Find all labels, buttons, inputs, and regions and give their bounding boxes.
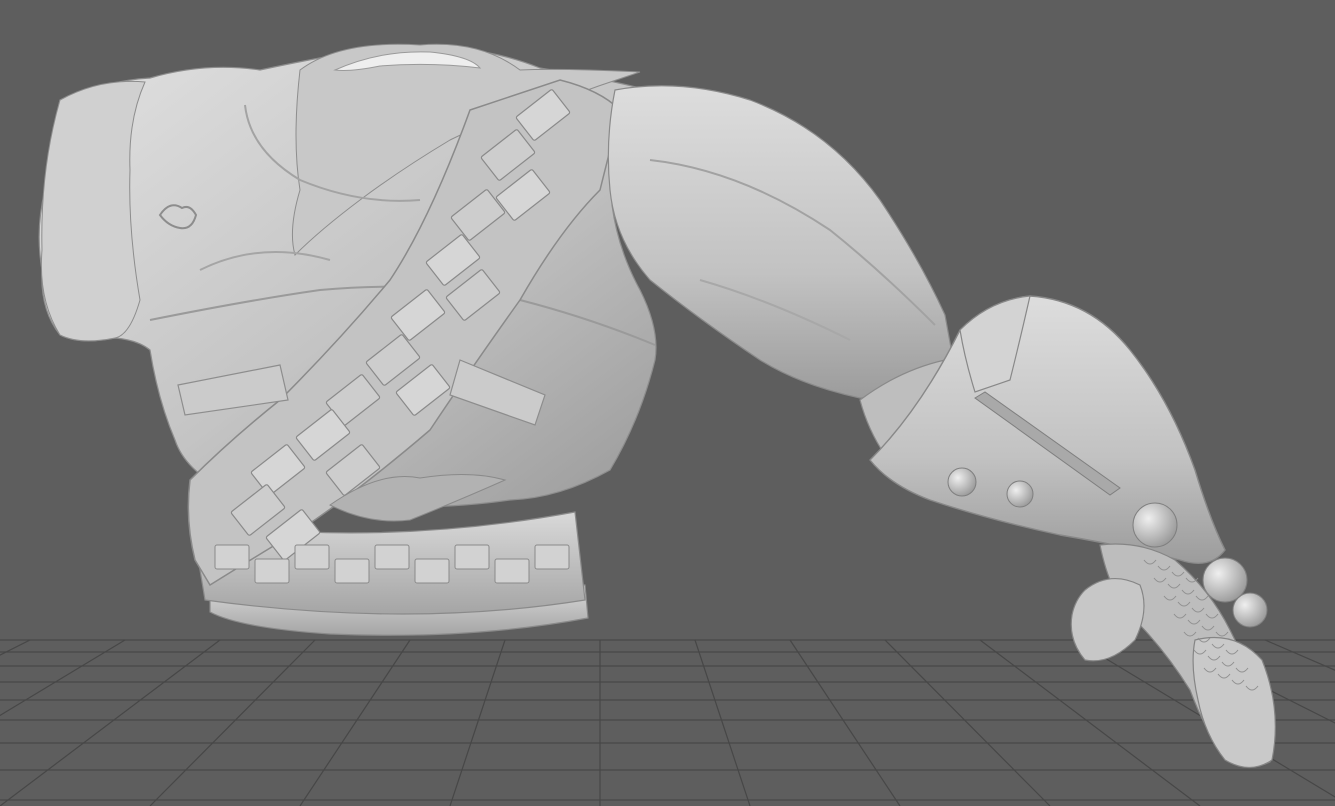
left-shoulder: [40, 80, 146, 342]
gauntlet-knob-3: [1232, 592, 1268, 628]
grid-line: [884, 639, 1051, 806]
gauntlet-rivet-1: [947, 467, 977, 497]
belt-block: [334, 558, 370, 584]
belt-block: [374, 544, 410, 570]
grid-line: [149, 639, 316, 806]
belt-block: [254, 558, 290, 584]
viewport-scene[interactable]: [0, 0, 1335, 806]
belt-block: [294, 544, 330, 570]
belt-block: [454, 544, 490, 570]
gauntlet-rivet-2: [1006, 480, 1034, 508]
belt-block: [534, 544, 570, 570]
floor-grid: [0, 639, 1335, 806]
upper-arm: [607, 85, 956, 399]
belt-block: [214, 544, 250, 570]
grid-line: [0, 639, 31, 656]
belt-block: [494, 558, 530, 584]
grid-line: [0, 639, 126, 717]
belt-block: [414, 558, 450, 584]
grid-line: [789, 639, 901, 806]
grid-line: [0, 639, 221, 806]
grid-line: [979, 639, 1201, 806]
3d-viewport[interactable]: [0, 0, 1335, 806]
gauntlet-knob-1: [1132, 502, 1178, 548]
finger: [1192, 636, 1276, 769]
grid-line: [694, 639, 751, 806]
grid-line: [299, 639, 411, 806]
thumb: [1070, 578, 1145, 662]
grid-line: [449, 639, 506, 806]
